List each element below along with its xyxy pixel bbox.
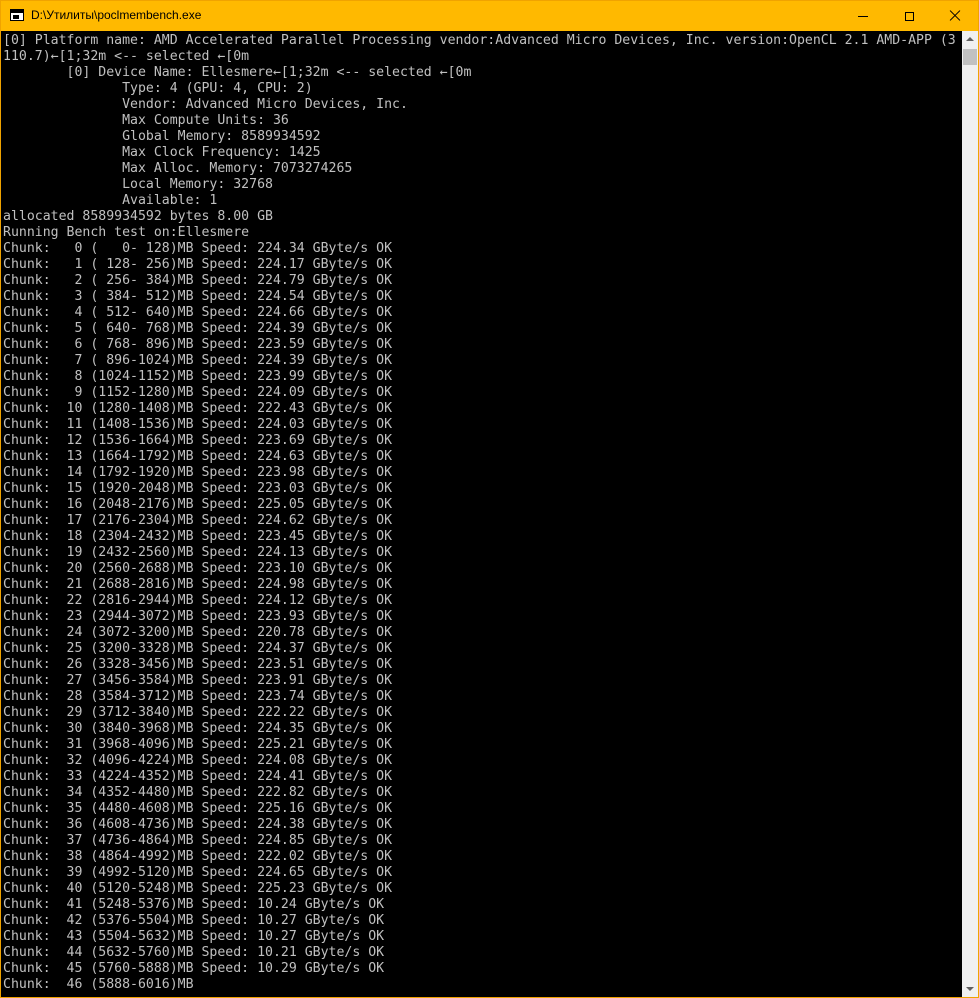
scroll-up-arrow-icon <box>966 37 974 41</box>
minimize-button[interactable] <box>840 1 886 31</box>
console-line: Chunk: 28 (3584-3712)MB Speed: 223.74 GB… <box>3 689 393 704</box>
console-line: Chunk: 18 (2304-2432)MB Speed: 223.45 GB… <box>3 529 393 544</box>
console-line: [0] Device Name: Ellesmere←[1;32m <-- se… <box>3 65 472 80</box>
console-line: Chunk: 7 ( 896-1024)MB Speed: 224.39 GBy… <box>3 353 393 368</box>
console-line: Available: 1 <box>3 193 218 208</box>
console-line: Chunk: 19 (2432-2560)MB Speed: 224.13 GB… <box>3 545 393 560</box>
console-line: Local Memory: 32768 <box>3 177 273 192</box>
console-line: 110.7)←[1;32m <-- selected ←[0m <box>3 49 250 64</box>
console-line: Chunk: 32 (4096-4224)MB Speed: 224.08 GB… <box>3 753 393 768</box>
scroll-down-arrow-icon <box>966 987 974 991</box>
console-line: Chunk: 31 (3968-4096)MB Speed: 225.21 GB… <box>3 737 393 752</box>
close-button[interactable] <box>932 1 978 31</box>
console-line: Chunk: 25 (3200-3328)MB Speed: 224.37 GB… <box>3 641 393 656</box>
console-line: Chunk: 15 (1920-2048)MB Speed: 223.03 GB… <box>3 481 393 496</box>
console-line: Chunk: 30 (3840-3968)MB Speed: 224.35 GB… <box>3 721 393 736</box>
console-line: Chunk: 40 (5120-5248)MB Speed: 225.23 GB… <box>3 881 393 896</box>
console-line: Chunk: 16 (2048-2176)MB Speed: 225.05 GB… <box>3 497 393 512</box>
console-line: Chunk: 14 (1792-1920)MB Speed: 223.98 GB… <box>3 465 393 480</box>
console-line: Chunk: 21 (2688-2816)MB Speed: 224.98 GB… <box>3 577 393 592</box>
console-line: Running Bench test on:Ellesmere <box>3 225 250 240</box>
console-line: Chunk: 13 (1664-1792)MB Speed: 224.63 GB… <box>3 449 393 464</box>
console-line: Chunk: 23 (2944-3072)MB Speed: 223.93 GB… <box>3 609 393 624</box>
console-line: Chunk: 11 (1408-1536)MB Speed: 224.03 GB… <box>3 417 393 432</box>
console-window: D:\Утилиты\poclmembench.exe [0] Platform… <box>0 0 979 998</box>
console-line: Chunk: 22 (2816-2944)MB Speed: 224.12 GB… <box>3 593 393 608</box>
console-line: Chunk: 37 (4736-4864)MB Speed: 224.85 GB… <box>3 833 393 848</box>
console-line: Chunk: 0 ( 0- 128)MB Speed: 224.34 GByte… <box>3 241 393 256</box>
console-line: Global Memory: 8589934592 <box>3 129 321 144</box>
console-line: Chunk: 3 ( 384- 512)MB Speed: 224.54 GBy… <box>3 289 393 304</box>
console-line: Chunk: 45 (5760-5888)MB Speed: 10.29 GBy… <box>3 961 385 976</box>
console-line: Chunk: 41 (5248-5376)MB Speed: 10.24 GBy… <box>3 897 385 912</box>
console-line: Chunk: 36 (4608-4736)MB Speed: 224.38 GB… <box>3 817 393 832</box>
console-line: Chunk: 33 (4224-4352)MB Speed: 224.41 GB… <box>3 769 393 784</box>
console-line: Chunk: 20 (2560-2688)MB Speed: 223.10 GB… <box>3 561 393 576</box>
vertical-scrollbar[interactable] <box>962 31 978 997</box>
console-line: [0] Platform name: AMD Accelerated Paral… <box>3 33 956 48</box>
console-line: Chunk: 34 (4352-4480)MB Speed: 222.82 GB… <box>3 785 393 800</box>
maximize-button[interactable] <box>886 1 932 31</box>
scroll-down-button[interactable] <box>962 981 978 997</box>
console-output-area[interactable]: [0] Platform name: AMD Accelerated Paral… <box>1 31 962 997</box>
console-line: Chunk: 1 ( 128- 256)MB Speed: 224.17 GBy… <box>3 257 393 272</box>
console-line: Vendor: Advanced Micro Devices, Inc. <box>3 97 408 112</box>
console-line: Chunk: 29 (3712-3840)MB Speed: 222.22 GB… <box>3 705 393 720</box>
console-line: Chunk: 12 (1536-1664)MB Speed: 223.69 GB… <box>3 433 393 448</box>
console-line: Chunk: 43 (5504-5632)MB Speed: 10.27 GBy… <box>3 929 385 944</box>
console-line: Chunk: 35 (4480-4608)MB Speed: 225.16 GB… <box>3 801 393 816</box>
console-line: Chunk: 26 (3328-3456)MB Speed: 223.51 GB… <box>3 657 393 672</box>
console-line: Chunk: 2 ( 256- 384)MB Speed: 224.79 GBy… <box>3 273 393 288</box>
title-bar[interactable]: D:\Утилиты\poclmembench.exe <box>1 1 978 31</box>
console-line: Max Alloc. Memory: 7073274265 <box>3 161 353 176</box>
console-line: Chunk: 6 ( 768- 896)MB Speed: 223.59 GBy… <box>3 337 393 352</box>
console-line: Type: 4 (GPU: 4, CPU: 2) <box>3 81 313 96</box>
scroll-thumb[interactable] <box>963 49 977 65</box>
console-line: Chunk: 10 (1280-1408)MB Speed: 222.43 GB… <box>3 401 393 416</box>
console-line: Chunk: 44 (5632-5760)MB Speed: 10.21 GBy… <box>3 945 385 960</box>
console-line: allocated 8589934592 bytes 8.00 GB <box>3 209 273 224</box>
minimize-icon <box>858 15 868 17</box>
console-line: Chunk: 4 ( 512- 640)MB Speed: 224.66 GBy… <box>3 305 393 320</box>
console-line: Chunk: 42 (5376-5504)MB Speed: 10.27 GBy… <box>3 913 385 928</box>
console-line: Chunk: 39 (4992-5120)MB Speed: 224.65 GB… <box>3 865 393 880</box>
console-line: Max Clock Frequency: 1425 <box>3 145 321 160</box>
close-icon <box>949 10 961 22</box>
console-text: [0] Platform name: AMD Accelerated Paral… <box>1 31 962 993</box>
scroll-up-button[interactable] <box>962 31 978 47</box>
console-line: Chunk: 17 (2176-2304)MB Speed: 224.62 GB… <box>3 513 393 528</box>
console-line: Chunk: 9 (1152-1280)MB Speed: 224.09 GBy… <box>3 385 393 400</box>
maximize-icon <box>904 11 914 21</box>
console-line: Chunk: 38 (4864-4992)MB Speed: 222.02 GB… <box>3 849 393 864</box>
console-app-icon[interactable] <box>10 9 24 21</box>
console-line: Max Compute Units: 36 <box>3 113 289 128</box>
console-line: Chunk: 46 (5888-6016)MB <box>3 977 194 992</box>
console-line: Chunk: 5 ( 640- 768)MB Speed: 224.39 GBy… <box>3 321 393 336</box>
window-title: D:\Утилиты\poclmembench.exe <box>31 8 202 22</box>
console-line: Chunk: 24 (3072-3200)MB Speed: 220.78 GB… <box>3 625 393 640</box>
console-line: Chunk: 8 (1024-1152)MB Speed: 223.99 GBy… <box>3 369 393 384</box>
console-line: Chunk: 27 (3456-3584)MB Speed: 223.91 GB… <box>3 673 393 688</box>
